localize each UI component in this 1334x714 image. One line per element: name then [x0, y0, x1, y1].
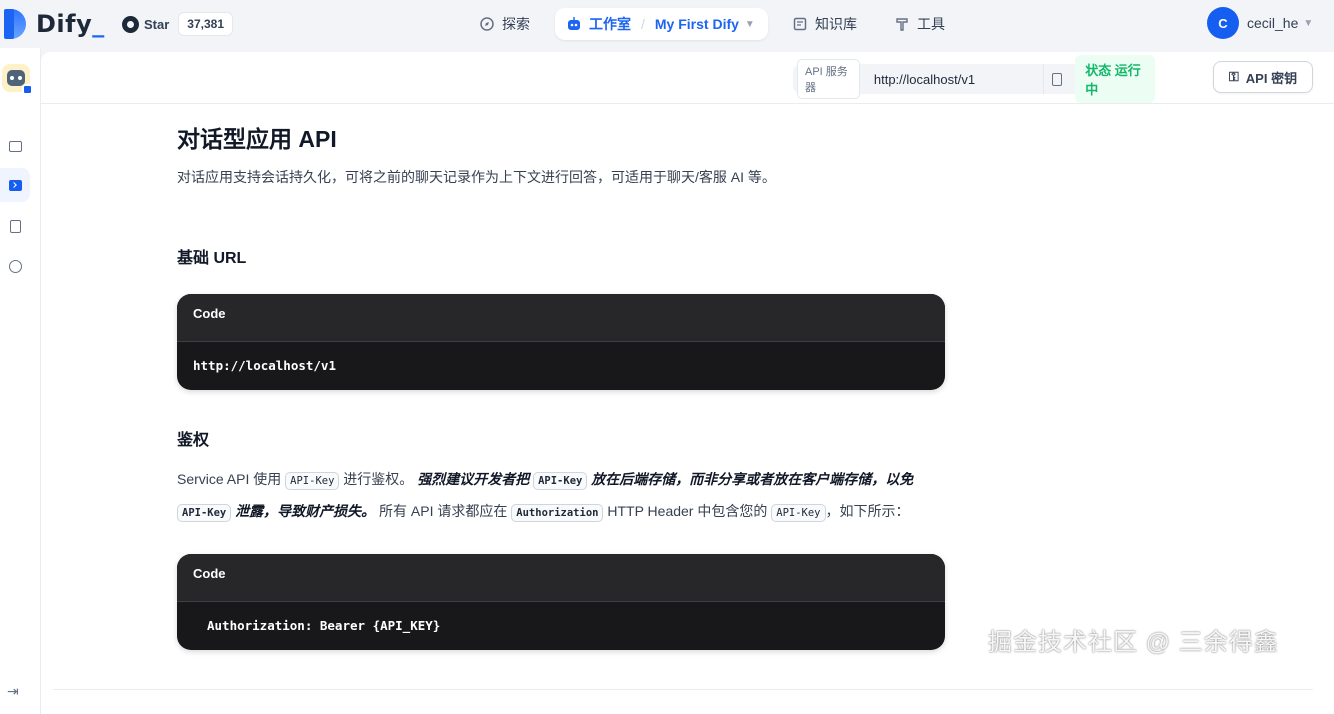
inline-code: API-Key [177, 504, 232, 522]
expand-sidebar-icon[interactable]: ⇥ [7, 683, 19, 700]
base-url-code-block[interactable]: Code http://localhost/v1 [177, 294, 945, 390]
page-title: 对话型应用 API [177, 126, 337, 152]
nav-explore-label: 探索 [502, 16, 530, 32]
top-bar: Dify_ Star 37,381 探索 工作室 / My First Dify… [0, 0, 1334, 48]
inline-code: Authorization [511, 504, 604, 522]
base-url-code: http://localhost/v1 [193, 358, 336, 373]
api-doc: 对话型应用 API 对话应用支持会话持久化，可将之前的聊天记录作为上下文进行回答… [177, 122, 967, 650]
app-avatar-icon[interactable] [2, 64, 33, 95]
nav-tools[interactable]: 工具 [895, 8, 945, 40]
code-block-label: Code [177, 294, 945, 342]
main-panel: API 服务器 http://localhost/v1 状态 运行中 ⚿ API… [41, 52, 1334, 714]
chevron-down-icon: ▼ [1303, 17, 1314, 29]
api-key-button-label: API 密钥 [1245, 70, 1298, 86]
api-key-button[interactable]: ⚿ API 密钥 [1213, 61, 1313, 93]
app-sidebar: ⇥ [0, 48, 41, 714]
auth-text: Service API 使用 [177, 471, 286, 487]
auth-paragraph: Service API 使用 API-Key 进行鉴权。 强烈建议开发者把 AP… [177, 464, 927, 528]
dify-logo-mark-icon [4, 9, 30, 39]
nav-studio-label: 工作室 [589, 16, 631, 32]
sidebar-item-logs[interactable] [0, 209, 30, 243]
base-url-heading: 基础 URL [177, 250, 247, 267]
sidebar-item-orchestrate[interactable] [0, 129, 30, 163]
terminal-icon [8, 179, 22, 191]
api-server-label: API 服务器 [797, 59, 860, 99]
github-icon [122, 15, 139, 33]
hammer-icon [896, 18, 908, 31]
auth-code-block[interactable]: Code Authorization: Bearer {API_KEY} [177, 554, 945, 650]
github-star-link[interactable]: Star 37,381 [122, 12, 233, 36]
github-star-count: 37,381 [178, 12, 233, 36]
divider [53, 689, 1313, 690]
chat-badge-icon [22, 84, 33, 95]
github-star-label: Star [144, 16, 170, 32]
nav-separator: / [641, 16, 645, 32]
dashboard-icon [8, 259, 22, 273]
user-menu[interactable]: C cecil_he ▼ [1207, 6, 1313, 40]
code-block-label: Code [177, 554, 945, 602]
copy-url-button[interactable] [1042, 64, 1069, 94]
inline-code: API-Key [771, 504, 826, 522]
book-icon [793, 17, 807, 31]
compass-icon [480, 17, 494, 31]
api-server-bar: API 服务器 http://localhost/v1 状态 运行中 [793, 55, 1155, 103]
nav-datasets[interactable]: 知识库 [793, 8, 857, 40]
auth-warning: 泄露，导致财产损失。 [231, 503, 376, 519]
sidebar-item-api-access[interactable] [0, 168, 30, 202]
clipboard-icon [1051, 72, 1062, 86]
robot-icon [568, 17, 580, 30]
status-badge: 状态 运行中 [1075, 55, 1155, 103]
auth-text: ，如下所示： [825, 503, 910, 519]
chevron-down-icon: ▼ [744, 18, 755, 30]
watermark: 掘金技术社区 @ 三余得鑫 [988, 629, 1279, 656]
key-icon: ⚿ [1228, 69, 1239, 84]
nav-studio[interactable]: 工作室 / My First Dify ▼ [555, 8, 768, 40]
auth-warning: 强烈建议开发者把 [417, 471, 534, 487]
api-server-url: http://localhost/v1 [873, 71, 976, 87]
page-description: 对话应用支持会话持久化，可将之前的聊天记录作为上下文进行回答，可适用于聊天/客服… [177, 169, 776, 185]
inline-code: API-Key [533, 472, 588, 490]
auth-text: 所有 API 请求都应在 [375, 503, 512, 519]
nav-datasets-label: 知识库 [815, 16, 857, 32]
auth-warning: 放在后端存储，而非分享或者放在客户端存储，以免 [587, 471, 914, 487]
dify-logo[interactable]: Dify_ [4, 6, 105, 42]
api-header: API 服务器 http://localhost/v1 状态 运行中 ⚿ API… [41, 52, 1334, 104]
auth-heading: 鉴权 [177, 432, 210, 449]
sidebar-item-overview[interactable] [0, 249, 30, 283]
layout-icon [8, 140, 22, 152]
user-name: cecil_he [1247, 15, 1299, 31]
avatar: C [1207, 7, 1239, 39]
auth-text: 进行鉴权。 [339, 471, 418, 487]
auth-text: HTTP Header 中包含您的 [603, 503, 772, 519]
current-app-selector[interactable]: My First Dify [655, 16, 739, 32]
auth-header-code: Authorization: Bearer {API_KEY} [207, 618, 441, 633]
nav-tools-label: 工具 [917, 16, 945, 32]
nav-explore[interactable]: 探索 [480, 8, 530, 40]
file-list-icon [9, 219, 21, 233]
dify-logo-text: Dify_ [36, 10, 105, 38]
inline-code: API-Key [285, 472, 340, 490]
